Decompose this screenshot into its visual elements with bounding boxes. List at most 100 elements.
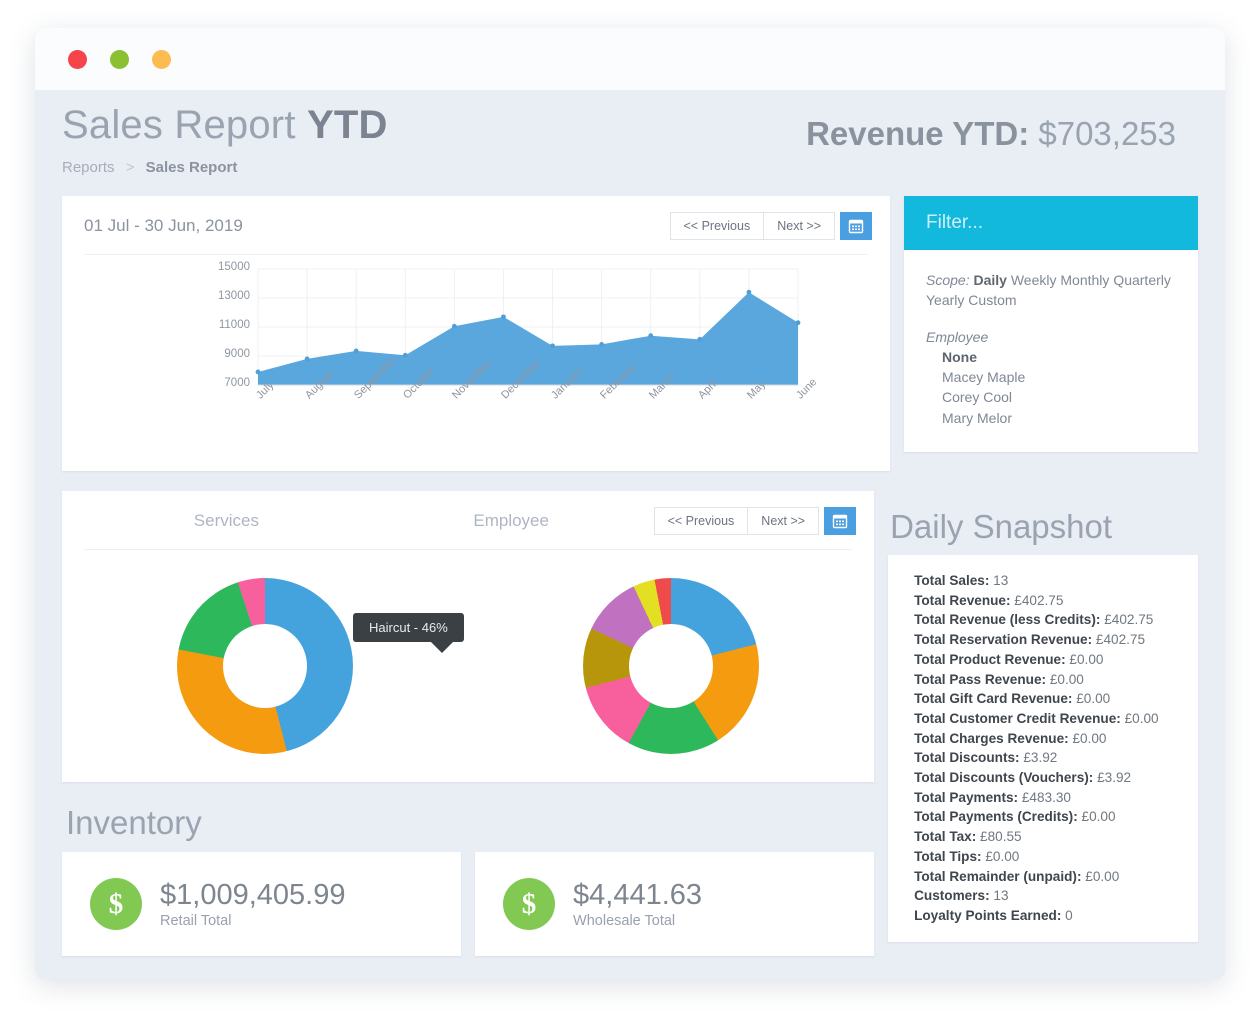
y-axis-tick: 15000 — [218, 261, 250, 273]
snapshot-row-label: Total Remainder (unpaid): — [914, 868, 1082, 884]
employee-option[interactable]: Corey Cool — [926, 387, 1176, 407]
snapshot-row-label: Total Revenue (less Credits): — [914, 612, 1101, 628]
services-donut[interactable] — [177, 578, 354, 754]
employee-options: None Macey Maple Corey Cool Mary Melor — [926, 347, 1176, 428]
scope-option-weekly[interactable]: Weekly — [1011, 272, 1057, 288]
previous-button-donut[interactable]: << Previous — [653, 507, 749, 535]
revenue-chart-panel: 01 Jul - 30 Jun, 2019 << Previous Next >… — [62, 196, 890, 471]
snapshot-row: Total Tax: £80.55 — [914, 827, 1184, 847]
inventory-cards: $ $1,009,405.99 Retail Total $ $4,441.63… — [62, 852, 875, 956]
calendar-button[interactable] — [840, 212, 872, 240]
scope-option-yearly[interactable]: Yearly — [926, 292, 964, 308]
dollar-icon: $ — [503, 878, 556, 930]
employee-option[interactable]: Mary Melor — [926, 408, 1176, 428]
employee-option[interactable]: Macey Maple — [926, 367, 1176, 387]
donut-tabs: Services Employee — [84, 511, 654, 531]
page-title-light: Sales Report — [62, 103, 307, 147]
bottom-row: Services Employee << Previous Next >> In… — [62, 491, 1198, 956]
snapshot-row-value: £0.00 — [1065, 651, 1104, 667]
scope-option-monthly[interactable]: Monthly — [1060, 272, 1109, 288]
wholesale-total-card: $ $4,441.63 Wholesale Total — [475, 852, 875, 956]
maximize-button[interactable] — [152, 49, 171, 69]
wholesale-total-amount: $4,441.63 — [573, 878, 703, 911]
snapshot-row: Total Customer Credit Revenue: £0.00 — [914, 709, 1184, 729]
window-titlebar — [35, 28, 1225, 90]
chart-tooltip: Haircut - 46% — [353, 613, 464, 653]
app-window: Sales Report YTD Reports > Sales Report … — [35, 28, 1225, 980]
close-button[interactable] — [68, 49, 87, 69]
snapshot-row-label: Customers: — [914, 888, 990, 904]
snapshot-row-label: Total Charges Revenue: — [914, 730, 1069, 746]
retail-total-card: $ $1,009,405.99 Retail Total — [62, 852, 462, 956]
calendar-icon — [832, 514, 848, 529]
snapshot-row-label: Total Customer Credit Revenue: — [914, 710, 1121, 726]
snapshot-row-value: £0.00 — [1068, 730, 1107, 746]
snapshot-row-value: £3.92 — [1019, 750, 1058, 766]
previous-button[interactable]: << Previous — [669, 212, 765, 240]
filter-header[interactable]: Filter... — [904, 196, 1198, 250]
snapshot-row: Loyalty Points Earned: 0 — [914, 906, 1184, 926]
tab-employee[interactable]: Employee — [369, 511, 654, 531]
snapshot-row: Total Payments: £483.30 — [914, 788, 1184, 808]
wholesale-total-label: Wholesale Total — [573, 913, 676, 930]
snapshot-row-value: 13 — [989, 573, 1009, 588]
scope-option-daily[interactable]: Daily — [973, 272, 1006, 288]
snapshot-row: Total Tips: £0.00 — [914, 847, 1184, 867]
snapshot-row: Total Gift Card Revenue: £0.00 — [914, 689, 1184, 709]
y-axis-tick: 11000 — [218, 319, 250, 331]
scope-row: Scope: Daily Weekly Monthly Quarterly Ye… — [926, 270, 1176, 311]
snapshot-column: Daily Snapshot Total Sales: 13 Total Reve… — [888, 491, 1198, 942]
page-header: Sales Report YTD Reports > Sales Report … — [62, 90, 1198, 176]
snapshot-row: Customers: 13 — [914, 886, 1184, 906]
scope-option-quarterly[interactable]: Quarterly — [1113, 272, 1171, 288]
snapshot-row-label: Total Pass Revenue: — [914, 671, 1047, 687]
snapshot-row-label: Total Tips: — [914, 848, 982, 864]
employee-filter: Employee None Macey Maple Corey Cool Mary M… — [926, 327, 1176, 428]
employee-option[interactable]: None — [926, 347, 1176, 367]
snapshot-row-label: Total Payments: — [914, 789, 1019, 805]
next-button-donut[interactable]: Next >> — [748, 507, 820, 535]
snapshot-row-value: £0.00 — [1077, 809, 1116, 825]
calendar-icon — [848, 219, 864, 234]
breakdown-panel: Services Employee << Previous Next >> — [62, 491, 875, 782]
inventory-title: Inventory — [66, 804, 202, 841]
snapshot-row-value: £3.92 — [1093, 770, 1132, 786]
snapshot-row-value: £402.75 — [1010, 592, 1064, 608]
retail-total-label: Retail Total — [160, 913, 232, 930]
dollar-icon: $ — [90, 878, 142, 930]
tab-services[interactable]: Services — [84, 511, 369, 531]
y-axis-tick: 9000 — [224, 348, 250, 360]
breadcrumb: Reports > Sales Report — [62, 159, 388, 176]
minimize-button[interactable] — [110, 49, 129, 69]
snapshot-row-value: £0.00 — [1046, 671, 1084, 687]
area-chart: 7000 9000 11000 13000 15000 July August Septemb… — [62, 255, 890, 471]
next-button[interactable]: Next >> — [764, 212, 835, 240]
snapshot-row-value: £80.55 — [976, 829, 1022, 845]
scope-label: Scope: — [926, 272, 970, 288]
snapshot-row-value: 13 — [989, 888, 1009, 904]
calendar-button-donut[interactable] — [824, 507, 857, 535]
snapshot-row-label: Total Reservation Revenue: — [914, 632, 1093, 648]
chart-panel-header: 01 Jul - 30 Jun, 2019 << Previous Next >… — [62, 196, 890, 240]
snapshot-row-label: Total Discounts: — [914, 750, 1020, 766]
snapshot-row: Total Product Revenue: £0.00 — [914, 650, 1184, 670]
filter-column: Filter... Scope: Daily Weekly Monthly Qu… — [904, 196, 1198, 453]
revenue-summary: Revenue YTD: $703,253 — [806, 103, 1198, 153]
scope-option-custom[interactable]: Custom — [968, 292, 1016, 308]
employee-label: Employee — [926, 328, 989, 345]
page-content: Sales Report YTD Reports > Sales Report … — [35, 90, 1225, 980]
revenue-value: $703,253 — [1038, 115, 1176, 152]
snapshot-row: Total Discounts: £3.92 — [914, 748, 1184, 768]
snapshot-rows: Total Sales: 13 Total Revenue: £402.75 Tot… — [914, 571, 1184, 926]
area-chart-svg — [255, 268, 801, 386]
top-row: 01 Jul - 30 Jun, 2019 << Previous Next >… — [62, 196, 1198, 471]
snapshot-row-label: Total Payments (Credits): — [914, 809, 1078, 825]
snapshot-row-label: Total Product Revenue: — [914, 651, 1066, 667]
snapshot-row-value: £483.30 — [1018, 789, 1071, 805]
breadcrumb-root[interactable]: Reports — [62, 159, 115, 176]
employee-donut[interactable] — [583, 578, 760, 754]
snapshot-card: Total Sales: 13 Total Revenue: £402.75 Tot… — [888, 555, 1198, 942]
page-title: Sales Report YTD — [62, 103, 388, 147]
snapshot-row-label: Total Tax: — [914, 829, 977, 845]
snapshot-row-value: £402.75 — [1100, 612, 1154, 628]
